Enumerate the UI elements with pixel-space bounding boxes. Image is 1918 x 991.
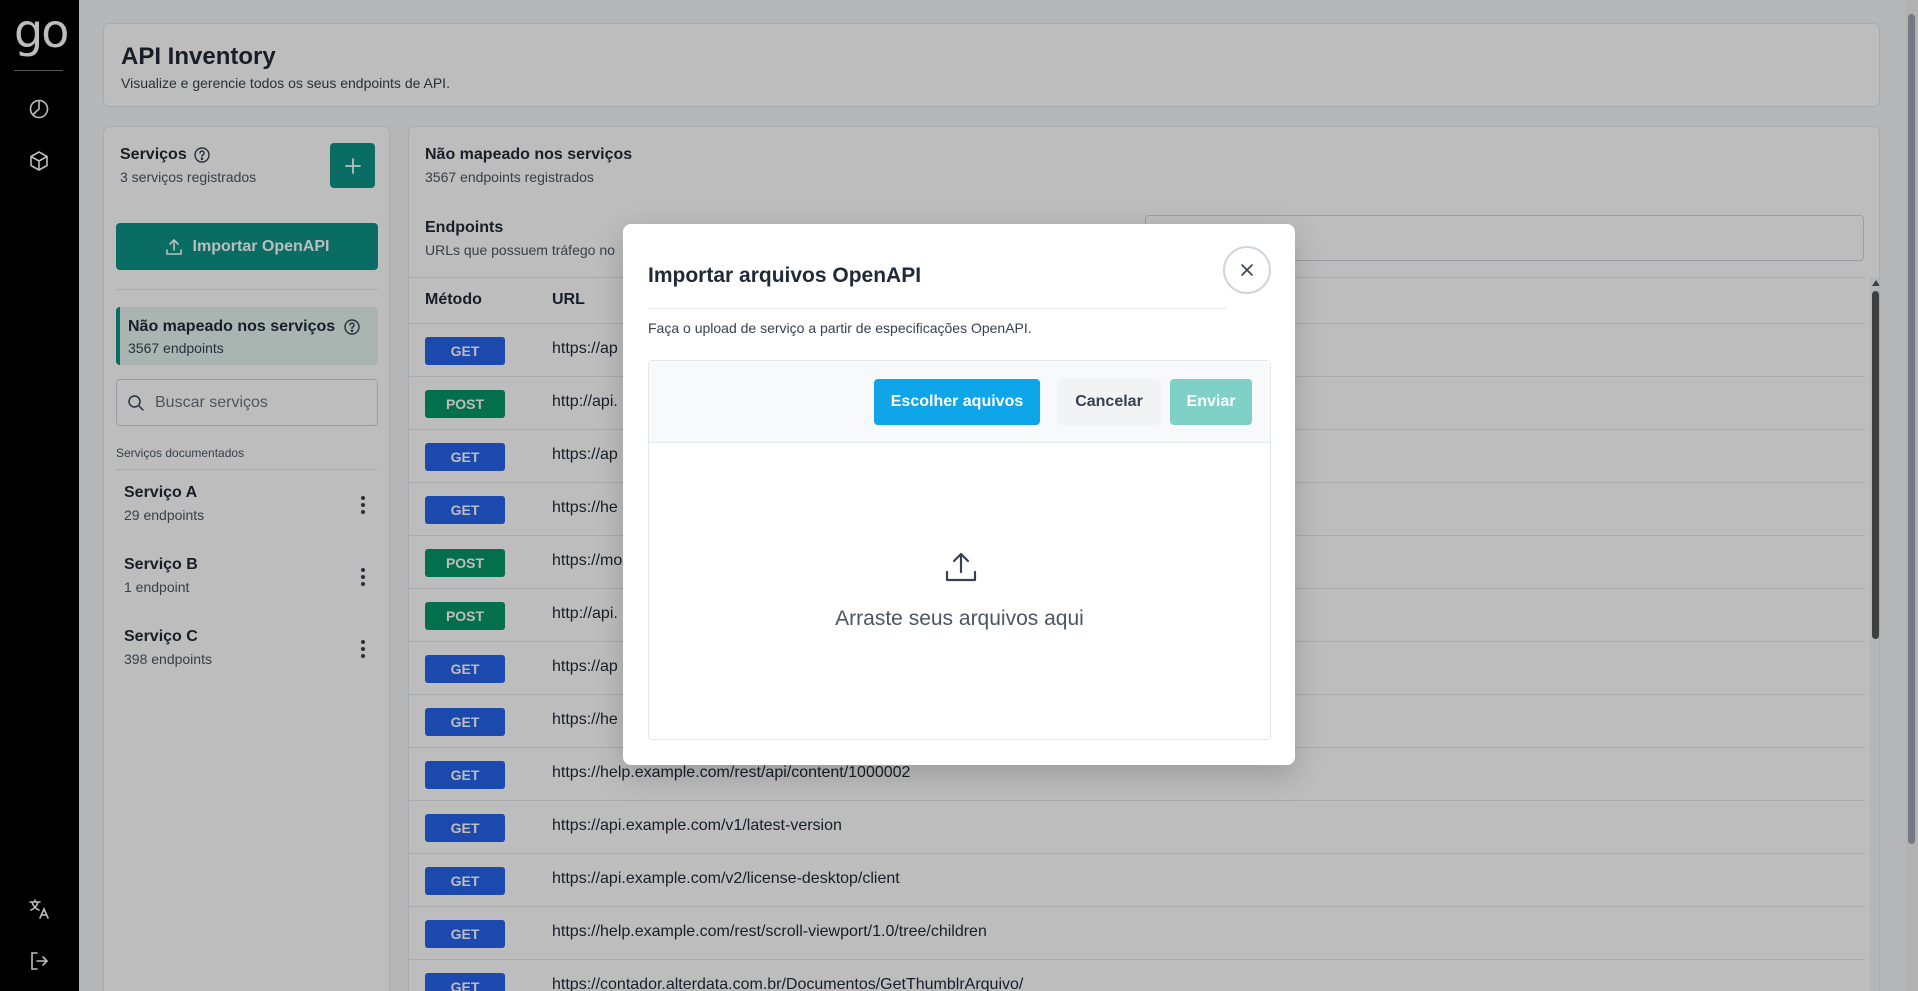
- cancel-button[interactable]: Cancelar: [1057, 379, 1161, 425]
- close-button[interactable]: [1223, 246, 1271, 294]
- import-openapi-modal: Importar arquivos OpenAPI Faça o upload …: [623, 224, 1295, 765]
- modal-description: Faça o upload de serviço a partir de esp…: [648, 320, 1032, 336]
- upload-icon: [945, 552, 977, 582]
- modal-divider: [648, 308, 1226, 309]
- close-icon: [1241, 264, 1253, 276]
- upload-toolbar: Escolher aquivos Cancelar Enviar: [649, 361, 1270, 443]
- file-upload-area[interactable]: Escolher aquivos Cancelar Enviar Arraste…: [648, 360, 1271, 740]
- send-button[interactable]: Enviar: [1170, 379, 1252, 425]
- modal-title: Importar arquivos OpenAPI: [648, 264, 922, 287]
- choose-files-button[interactable]: Escolher aquivos: [874, 379, 1040, 425]
- drop-zone-text: Arraste seus arquivos aqui: [835, 607, 1084, 630]
